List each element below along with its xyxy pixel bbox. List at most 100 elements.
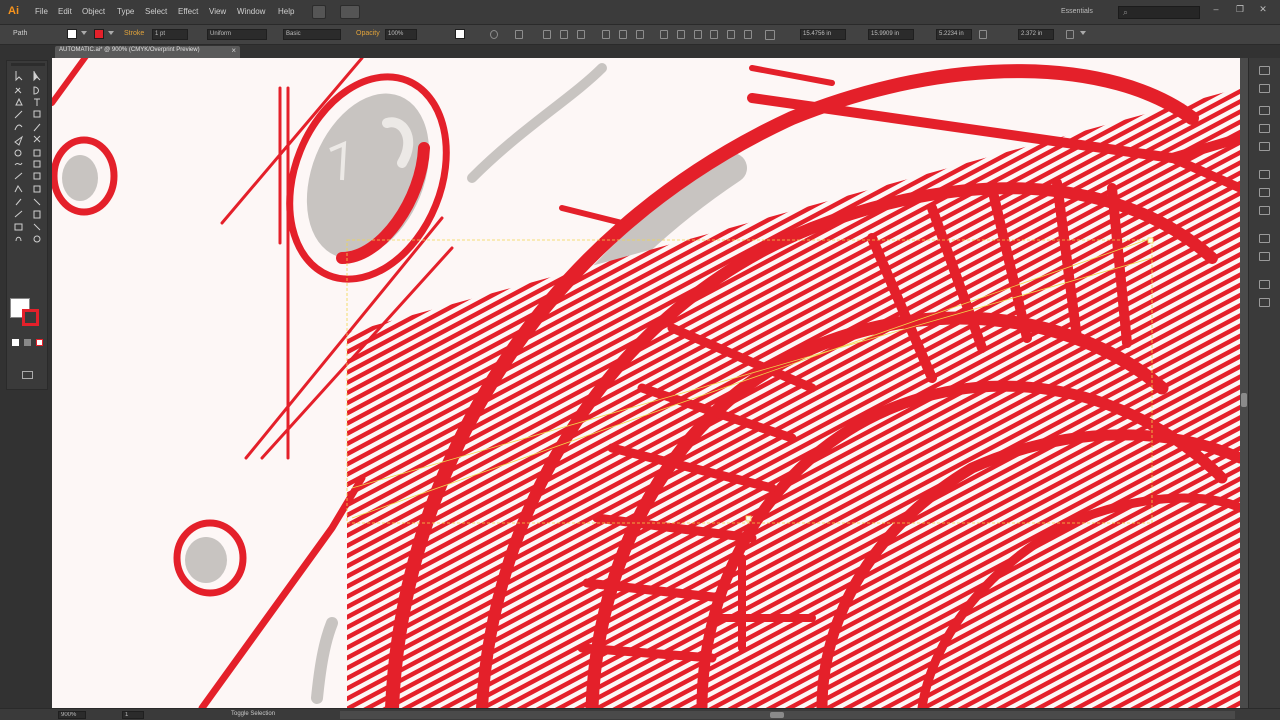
horizontal-scrollbar[interactable] — [340, 711, 1235, 719]
artboards-panel-icon[interactable] — [1259, 298, 1270, 307]
symbols-panel-icon[interactable] — [1259, 142, 1270, 151]
magic-wand-tool-icon — [14, 87, 22, 94]
paintbrush-tool-icon — [14, 124, 23, 131]
distribute-left-icon[interactable] — [710, 30, 718, 39]
height-field[interactable]: 2.372 in — [1018, 29, 1054, 40]
arrange-documents-button[interactable] — [340, 5, 360, 19]
menu-help[interactable]: Help — [278, 7, 294, 16]
artwork — [52, 58, 1240, 708]
align-top-icon[interactable] — [602, 30, 610, 39]
menu-view[interactable]: View — [209, 7, 226, 16]
zoom-level-field[interactable]: 900% — [58, 711, 86, 719]
document-title: AUTOMATIC.ai* @ 900% (CMYK/Overprint Pre… — [59, 47, 200, 53]
direct-selection-tool-icon — [33, 71, 41, 82]
align-left-icon[interactable] — [543, 30, 551, 39]
distribute-hcenter-icon[interactable] — [727, 30, 735, 39]
transparency-panel-icon[interactable] — [1259, 206, 1270, 215]
column-graph-tool-icon — [33, 210, 41, 219]
minimize-button[interactable]: – — [1210, 4, 1222, 18]
distribute-center-icon[interactable] — [677, 30, 685, 39]
variable-width-profile[interactable]: Uniform — [207, 29, 267, 40]
stroke-panel-link[interactable]: Stroke — [124, 30, 144, 37]
menu-effect[interactable]: Effect — [178, 7, 198, 16]
artboard-number-field[interactable]: 1 — [122, 711, 144, 719]
none-mode-icon[interactable] — [36, 339, 43, 346]
workspace-switcher[interactable]: Essentials — [1061, 8, 1093, 15]
symbol-sprayer-tool-icon — [14, 210, 23, 218]
menu-file[interactable]: File — [35, 7, 48, 16]
hand-tool-icon — [15, 236, 22, 242]
eraser-tool-icon — [14, 135, 24, 146]
horizontal-scroll-thumb[interactable] — [770, 712, 784, 718]
align-bottom-icon[interactable] — [636, 30, 644, 39]
menu-bar: Ai File Edit Object Type Select Effect V… — [0, 0, 1280, 25]
distribute-right-icon[interactable] — [744, 30, 752, 39]
menu-type[interactable]: Type — [117, 7, 134, 16]
align-to-icon[interactable] — [515, 30, 523, 39]
close-tab-icon[interactable]: × — [231, 46, 236, 55]
gradient-mode-icon[interactable] — [24, 339, 31, 346]
gradient-panel-icon[interactable] — [1259, 188, 1270, 197]
recolor-artwork-icon[interactable] — [490, 30, 498, 39]
change-screen-mode-icon[interactable] — [22, 371, 33, 379]
stroke-panel-icon[interactable] — [1259, 170, 1270, 179]
align-right-icon[interactable] — [577, 30, 585, 39]
reference-point-icon[interactable] — [765, 30, 775, 40]
color-panel-icon[interactable] — [1259, 66, 1270, 75]
fill-dropdown-icon[interactable] — [81, 31, 87, 35]
bridge-button[interactable] — [312, 5, 326, 19]
brush-definition[interactable]: Basic — [283, 29, 341, 40]
artboard-canvas[interactable] — [52, 58, 1240, 708]
shape-builder-tool-icon — [14, 172, 23, 180]
blend-tool-icon — [33, 198, 41, 206]
selection-tool-icon — [15, 71, 23, 82]
width-tool-icon — [14, 162, 23, 166]
control-menu-icon[interactable] — [1080, 31, 1086, 35]
menu-window[interactable]: Window — [237, 7, 265, 16]
width-field[interactable]: 5.2234 in — [936, 29, 972, 40]
appearance-panel-icon[interactable] — [1259, 234, 1270, 243]
help-search-input[interactable]: ⌕ — [1118, 6, 1200, 19]
scale-tool-icon — [33, 149, 41, 157]
transform-panel-icon[interactable] — [1066, 30, 1074, 39]
tools-panel — [6, 60, 48, 390]
stroke-color-swatch[interactable] — [94, 29, 104, 39]
align-center-icon[interactable] — [560, 30, 568, 39]
vertical-scroll-thumb[interactable] — [1241, 393, 1247, 407]
brushes-panel-icon[interactable] — [1259, 124, 1270, 133]
opacity-field[interactable]: 100% — [385, 29, 417, 40]
x-position-field[interactable]: 15.4756 in — [800, 29, 846, 40]
distribute-top-icon[interactable] — [660, 30, 668, 39]
close-button[interactable]: ✕ — [1257, 4, 1269, 18]
opacity-panel-link[interactable]: Opacity — [356, 30, 380, 37]
distribute-bottom-icon[interactable] — [694, 30, 702, 39]
stroke-color-box[interactable] — [22, 309, 39, 326]
perspective-grid-tool-icon — [33, 172, 41, 180]
menu-edit[interactable]: Edit — [58, 7, 72, 16]
selection-type-label: Path — [13, 30, 28, 37]
align-middle-icon[interactable] — [619, 30, 627, 39]
vertical-scrollbar[interactable] — [1240, 58, 1248, 708]
maximize-button[interactable]: ❐ — [1234, 4, 1246, 18]
fill-color-swatch[interactable] — [67, 29, 77, 39]
pen-tool-icon — [15, 97, 23, 106]
stroke-weight-field[interactable]: 1 pt — [152, 29, 188, 40]
menu-select[interactable]: Select — [145, 7, 167, 16]
menu-object[interactable]: Object — [82, 7, 105, 16]
color-mode-icon[interactable] — [12, 339, 19, 346]
document-tab[interactable]: AUTOMATIC.ai* @ 900% (CMYK/Overprint Pre… — [55, 46, 240, 58]
stroke-dropdown-icon[interactable] — [108, 31, 114, 35]
swatches-panel-icon[interactable] — [1259, 106, 1270, 115]
line-segment-tool-icon — [14, 110, 23, 119]
y-position-field[interactable]: 15.9909 in — [868, 29, 914, 40]
color-guide-panel-icon[interactable] — [1259, 84, 1270, 93]
lasso-tool-icon — [33, 86, 39, 95]
graphic-styles-panel-icon[interactable] — [1259, 252, 1270, 261]
constrain-proportions-icon[interactable] — [979, 30, 987, 39]
eyedropper-tool-icon — [15, 198, 22, 206]
graphic-style-swatch[interactable] — [455, 29, 465, 39]
status-text: Toggle Selection — [231, 711, 276, 717]
layers-panel-icon[interactable] — [1259, 280, 1270, 289]
free-transform-tool-icon — [33, 160, 41, 168]
mesh-tool-icon — [14, 185, 23, 193]
